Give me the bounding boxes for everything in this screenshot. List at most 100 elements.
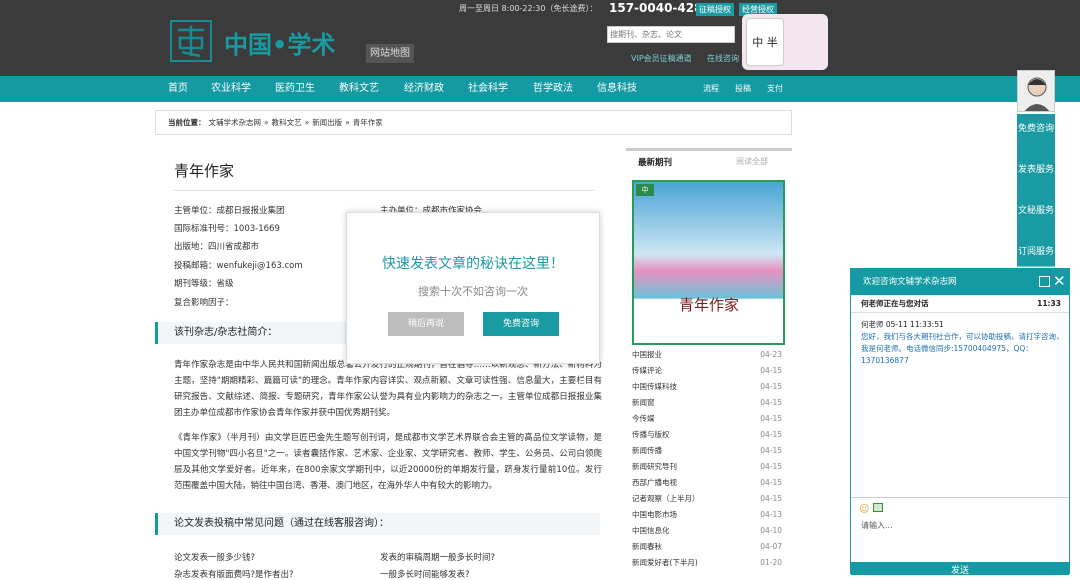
- journal-list-item[interactable]: 中国传媒科技 04-15: [632, 379, 782, 395]
- journal-name: 新闻研究导刊: [632, 462, 677, 471]
- breadcrumb-subcategory[interactable]: 新闻出版: [312, 118, 342, 127]
- journal-date: 04-07: [760, 542, 782, 551]
- search-input[interactable]: 搜期刊、杂志、论文: [607, 26, 735, 43]
- chat-title: 欢迎咨询文辅学术杂志网: [851, 269, 1069, 295]
- vip-link[interactable]: VIP会员征稿通道: [631, 53, 692, 64]
- main-nav: 首页 农业科学 医药卫生 教科文艺 经济财政 社会科学 哲学政法 信息科技 流程…: [0, 76, 1080, 102]
- journal-list-item[interactable]: 新闻爱好者(下半月) 01-20: [632, 555, 782, 571]
- journal-list-item[interactable]: 中国电影市场 04-13: [632, 507, 782, 523]
- page-title: 青年作家: [174, 162, 235, 180]
- journal-list-item[interactable]: 传播与版权 04-15: [632, 427, 782, 443]
- journal-name: 西部广播电视: [632, 478, 677, 487]
- close-icon[interactable]: ✕: [1053, 271, 1066, 291]
- breadcrumb-prefix: 当前位置：: [168, 118, 206, 127]
- info-level: 期刊等级：省级: [174, 279, 234, 289]
- minimize-icon[interactable]: [1039, 276, 1050, 287]
- chat-status: 何老师正在与您对话: [861, 299, 929, 308]
- journal-date: 04-15: [760, 398, 782, 407]
- journal-name: 中国报业: [632, 350, 662, 359]
- read-all-link[interactable]: 阅读全部: [736, 156, 768, 167]
- emoji-icon[interactable]: ☺: [859, 504, 869, 515]
- journal-name: 今传媒: [632, 414, 655, 423]
- submission-auth-tag[interactable]: 征稿授权: [696, 3, 734, 16]
- journal-list-item[interactable]: 传媒评论 04-15: [632, 363, 782, 379]
- qr-label: 中 半: [752, 36, 778, 49]
- modal-title: 快速发表文章的秘诀在这里！: [382, 256, 564, 272]
- journal-date: 04-15: [760, 446, 782, 455]
- journal-date: 04-15: [760, 430, 782, 439]
- journal-name: 中国电影市场: [632, 510, 677, 519]
- nav-social-science[interactable]: 社会科学: [468, 76, 508, 102]
- online-consult-link[interactable]: 在线咨询: [707, 53, 739, 64]
- faq-item[interactable]: 一般多长时间能够发表?: [380, 568, 470, 580]
- nav-agriculture[interactable]: 农业科学: [211, 76, 251, 102]
- nav-submit[interactable]: 投稿: [735, 76, 751, 102]
- journal-date: 04-15: [760, 366, 782, 375]
- info-issn: 国际标准刊号：1003-1669: [174, 224, 280, 234]
- faq-item[interactable]: 发表的审稿周期一般多长时间?: [380, 551, 495, 563]
- journal-date: 04-15: [760, 414, 782, 423]
- breadcrumb-sep: »: [345, 118, 350, 127]
- journal-list-item[interactable]: 西部广播电视 04-15: [632, 475, 782, 491]
- site-logo-text[interactable]: 中国•学术: [224, 25, 335, 60]
- cover-title: 青年作家: [678, 296, 739, 314]
- journal-name: 记者观察（上半月）: [632, 494, 700, 503]
- faq-item[interactable]: 杂志发表有版面费吗?是作者出?: [174, 568, 294, 580]
- breadcrumb: 当前位置： 文辅学术杂志网» 教科文艺» 新闻出版» 青年作家: [155, 110, 792, 135]
- breadcrumb-current: 青年作家: [352, 118, 383, 127]
- journal-date: 04-15: [760, 478, 782, 487]
- message-sender: 何老师 05-11 11:33:51: [861, 320, 944, 329]
- nav-payment[interactable]: 支付: [767, 76, 783, 102]
- journal-name: 传播与版权: [632, 430, 670, 439]
- journal-list-item[interactable]: 新闻春秋 04-07: [632, 539, 782, 555]
- journal-date: 04-10: [760, 526, 782, 535]
- sitemap-link[interactable]: 网站地图: [366, 44, 414, 63]
- free-consult-button[interactable]: 免费咨询: [483, 312, 559, 336]
- journal-date: 04-15: [760, 462, 782, 471]
- info-impact-factor: 复合影响因子：: [174, 298, 234, 308]
- info-location: 出版地：四川省成都市: [174, 242, 260, 252]
- journal-cover-image[interactable]: 中 青年作家: [632, 180, 785, 345]
- breadcrumb-category[interactable]: 教科文艺: [272, 118, 302, 127]
- journal-name: 新闻窗: [632, 398, 655, 407]
- journal-name: 新闻传播: [632, 446, 662, 455]
- nav-education-arts[interactable]: 教科文艺: [339, 76, 379, 102]
- journal-date: 01-20: [760, 558, 782, 567]
- journal-list-item[interactable]: 新闻研究导刊 04-15: [632, 459, 782, 475]
- nav-home[interactable]: 首页: [168, 76, 188, 102]
- later-button[interactable]: 稍后再说: [388, 312, 464, 336]
- image-icon[interactable]: [873, 503, 883, 512]
- send-button[interactable]: 发送: [851, 562, 1069, 576]
- logo-icon[interactable]: [170, 20, 212, 62]
- nav-process[interactable]: 流程: [703, 76, 719, 102]
- nav-info-tech[interactable]: 信息科技: [597, 76, 637, 102]
- faq-item[interactable]: 论文发表一般多少钱?: [174, 551, 255, 563]
- journal-date: 04-15: [760, 494, 782, 503]
- divider: [174, 190, 594, 191]
- intro-paragraph-1: 青年作家杂志是由中华人民共和国新闻出版总署公开发行的正规期刊，旨在倡导……以新观…: [174, 360, 602, 418]
- journal-list-item[interactable]: 中国信息化 04-10: [632, 523, 782, 539]
- chat-window: 欢迎咨询文辅学术杂志网 ✕ 何老师正在与您对话 11:33 何老师 05-11 …: [850, 268, 1070, 576]
- journal-list-item[interactable]: 中国报业 04-23: [632, 347, 782, 363]
- nav-medicine[interactable]: 医药卫生: [275, 76, 315, 102]
- promo-modal: 快速发表文章的秘诀在这里！ 搜索十次不如咨询一次 稍后再说 免费咨询: [346, 212, 600, 364]
- tab-latest-journals[interactable]: 最新期刊: [638, 156, 672, 168]
- journal-name: 新闻爱好者(下半月): [632, 558, 698, 567]
- journal-name: 传媒评论: [632, 366, 662, 375]
- journal-list-item[interactable]: 记者观察（上半月） 04-15: [632, 491, 782, 507]
- journal-date: 04-13: [760, 510, 782, 519]
- chat-input[interactable]: 请输入...: [861, 520, 893, 531]
- journal-list-item[interactable]: 新闻传播 04-15: [632, 443, 782, 459]
- journal-list-item[interactable]: 今传媒 04-15: [632, 411, 782, 427]
- modal-subtitle: 搜索十次不如咨询一次: [418, 285, 528, 298]
- chat-input-area[interactable]: ☺ 请输入...: [851, 497, 1069, 563]
- nav-economy[interactable]: 经济财政: [404, 76, 444, 102]
- breadcrumb-home[interactable]: 文辅学术杂志网: [209, 118, 262, 127]
- cover-badge: 中: [636, 184, 654, 196]
- subscription-service-tab[interactable]: 订阅服务: [1017, 237, 1055, 267]
- service-avatar[interactable]: [1017, 70, 1055, 112]
- nav-philosophy-law[interactable]: 哲学政法: [533, 76, 573, 102]
- journal-date: 04-23: [760, 350, 782, 359]
- breadcrumb-sep: »: [304, 118, 310, 127]
- journal-list-item[interactable]: 新闻窗 04-15: [632, 395, 782, 411]
